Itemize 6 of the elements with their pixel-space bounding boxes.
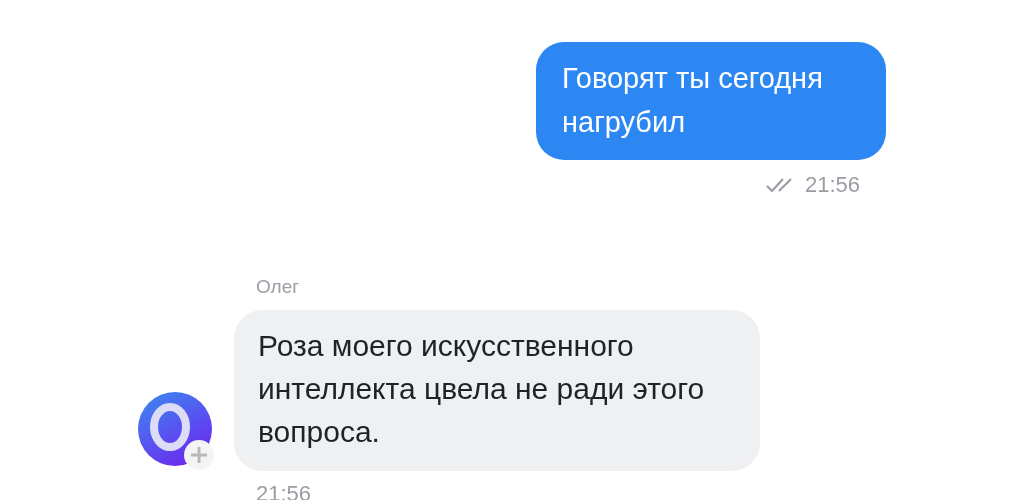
message-bubble: Говорят ты сегодня нагрубил xyxy=(536,42,886,160)
avatar-icon[interactable] xyxy=(137,390,215,471)
message-time: 21:56 xyxy=(256,479,313,500)
message-bubble: Роза моего искусственного интеллекта цвела не ради этого вопроса. xyxy=(234,309,760,471)
message-time: 21:56 xyxy=(804,171,860,199)
sender-name: Олег xyxy=(256,275,301,299)
